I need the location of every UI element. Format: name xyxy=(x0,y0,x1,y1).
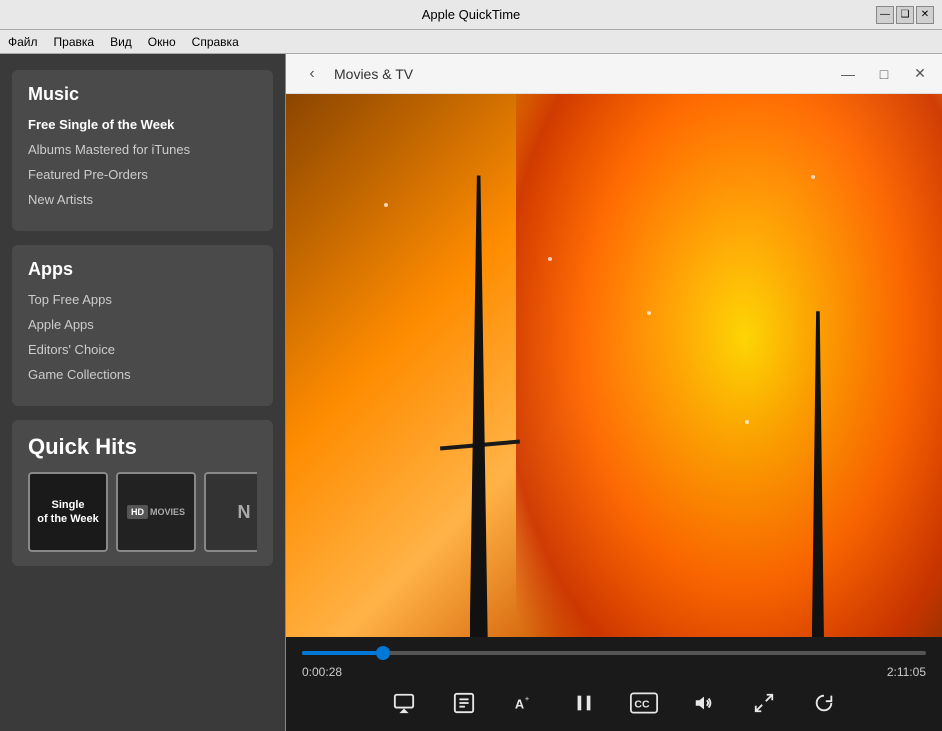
replay-icon xyxy=(813,692,835,714)
apps-section: Apps Top Free Apps Apple Apps Editors' C… xyxy=(12,245,273,406)
tower-left xyxy=(470,175,488,637)
video-area xyxy=(286,94,942,637)
fullscreen-icon xyxy=(753,692,775,714)
subtitles-icon: A + xyxy=(513,692,535,714)
quick-hit-hd-movies[interactable]: HD MOVIES xyxy=(116,472,196,552)
title-bar: Apple QuickTime — ❑ ✕ xyxy=(0,0,942,30)
time-row: 0:00:28 2:11:05 xyxy=(302,665,926,679)
fullscreen-button[interactable] xyxy=(748,687,780,719)
total-time: 2:11:05 xyxy=(887,665,926,679)
menu-bar: Файл Правка Вид Окно Справка xyxy=(0,30,942,54)
window-back-button[interactable]: ‹ xyxy=(298,60,326,88)
player-controls: 0:00:28 2:11:05 xyxy=(286,637,942,731)
sidebar-item-free-single[interactable]: Free Single of the Week xyxy=(28,117,257,132)
video-frame xyxy=(286,94,942,637)
pause-icon xyxy=(573,692,595,714)
svg-text:CC: CC xyxy=(634,698,650,710)
window-minimize-button[interactable]: — xyxy=(838,64,858,84)
sparkle-1 xyxy=(384,203,388,207)
replay-button[interactable] xyxy=(808,687,840,719)
sidebar-item-apple-apps[interactable]: Apple Apps xyxy=(28,317,257,332)
quick-hit-third[interactable]: N xyxy=(204,472,257,552)
sidebar: Music Free Single of the Week Albums Mas… xyxy=(0,54,285,731)
window-title-bar: ‹ Movies & TV — □ ✕ xyxy=(286,54,942,94)
pause-button[interactable] xyxy=(568,687,600,719)
sidebar-item-editors-choice[interactable]: Editors' Choice xyxy=(28,342,257,357)
quick-hits-title: Quick Hits xyxy=(28,434,257,460)
quick-hits-items: Single of the Week HD MOVIES N xyxy=(28,472,257,552)
window-controls: — □ ✕ xyxy=(838,64,930,84)
close-button[interactable]: ✕ xyxy=(916,6,934,24)
window-title: Movies & TV xyxy=(334,66,413,82)
app-title: Apple QuickTime xyxy=(422,7,521,22)
movies-tv-window: ‹ Movies & TV — □ ✕ xyxy=(285,54,942,731)
apps-section-title: Apps xyxy=(28,259,257,280)
sparkle-3 xyxy=(745,420,749,424)
cc-icon: CC xyxy=(630,692,658,714)
minimize-button[interactable]: — xyxy=(876,6,894,24)
sidebar-item-top-free[interactable]: Top Free Apps xyxy=(28,292,257,307)
svg-text:+: + xyxy=(525,694,529,703)
menu-file[interactable]: Файл xyxy=(8,35,38,49)
current-time: 0:00:28 xyxy=(302,665,342,679)
progress-thumb[interactable] xyxy=(376,646,390,660)
hd-movies-label: MOVIES xyxy=(150,507,185,517)
airplay-icon xyxy=(393,692,415,714)
airplay-button[interactable] xyxy=(388,687,420,719)
controls-row: A + CC xyxy=(302,687,926,719)
sidebar-item-albums-mastered[interactable]: Albums Mastered for iTunes xyxy=(28,142,257,157)
subtitles-button[interactable]: A + xyxy=(508,687,540,719)
chapters-icon xyxy=(453,692,475,714)
progress-fill xyxy=(302,651,383,655)
sun-glow xyxy=(516,94,942,637)
progress-track xyxy=(302,651,926,655)
menu-help[interactable]: Справка xyxy=(192,35,239,49)
hd-badge: HD xyxy=(127,505,148,519)
sidebar-item-game-collections[interactable]: Game Collections xyxy=(28,367,257,382)
menu-edit[interactable]: Правка xyxy=(54,35,95,49)
svg-text:A: A xyxy=(515,697,524,712)
third-card-label: N xyxy=(238,502,251,523)
menu-view[interactable]: Вид xyxy=(110,35,132,49)
quick-hit-single-week[interactable]: Single of the Week xyxy=(28,472,108,552)
window-restore-button[interactable]: □ xyxy=(874,64,894,84)
main-content: Music Free Single of the Week Albums Mas… xyxy=(0,54,942,731)
title-bar-buttons: — ❑ ✕ xyxy=(876,6,934,24)
volume-button[interactable] xyxy=(688,687,720,719)
sidebar-item-featured-preorders[interactable]: Featured Pre-Orders xyxy=(28,167,257,182)
progress-bar-container[interactable] xyxy=(302,645,926,661)
quick-hits-section: Quick Hits Single of the Week HD MOVIES … xyxy=(12,420,273,566)
volume-icon xyxy=(693,692,715,714)
restore-button[interactable]: ❑ xyxy=(896,6,914,24)
sparkle-2 xyxy=(647,311,651,315)
music-section: Music Free Single of the Week Albums Mas… xyxy=(12,70,273,231)
sidebar-item-new-artists[interactable]: New Artists xyxy=(28,192,257,207)
music-section-title: Music xyxy=(28,84,257,105)
window-close-button[interactable]: ✕ xyxy=(910,64,930,84)
single-week-text: Single of the Week xyxy=(37,498,99,527)
menu-window[interactable]: Окно xyxy=(148,35,176,49)
closed-captions-button[interactable]: CC xyxy=(628,687,660,719)
chapters-button[interactable] xyxy=(448,687,480,719)
